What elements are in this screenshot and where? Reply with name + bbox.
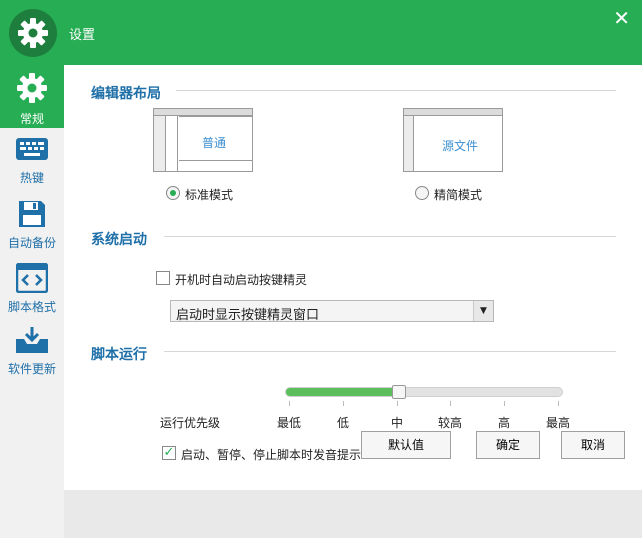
window-title: 设置 [69,28,96,43]
priority-tick-label: 中 [390,416,404,430]
sidebar-item-general[interactable]: 常规 [0,65,72,128]
startup-window-select[interactable]: 启动时显示按键精灵窗口 ▼ [170,300,494,323]
title-bar: 设置 ✕ [0,0,642,65]
settings-panel: 编辑器布局 普通 源文件 标准模式 精简模式 系统启动 开机时自动启动按键精灵 … [64,65,642,490]
floppy-disk-icon [17,201,47,232]
autostart-checkbox[interactable] [156,271,170,285]
radio-standard-mode[interactable] [166,186,180,200]
sidebar-item-script-format[interactable]: 脚本格式 [0,262,64,319]
keyboard-icon [15,138,49,167]
sound-prompt-label: 启动、暂停、停止脚本时发音提示 [181,448,362,462]
layout-preview-label: 源文件 [442,139,479,153]
priority-tick-label: 最低 [276,416,302,430]
default-values-button[interactable]: 默认值 [361,431,451,459]
priority-tick [289,401,290,406]
priority-tick [450,401,451,406]
startup-window-select-value: 启动时显示按键精灵窗口 [176,308,320,323]
priority-slider-handle[interactable] [392,385,406,399]
section-title-script-run: 脚本运行 [91,347,147,363]
sidebar-item-label: 自动备份 [7,236,56,250]
sidebar-item-label: 脚本格式 [7,300,56,314]
sidebar-item-label: 软件更新 [7,362,56,376]
layout-preview-label: 普通 [202,136,227,150]
section-title-system-startup: 系统启动 [91,232,147,248]
priority-tick [397,401,398,406]
priority-tick [504,401,505,406]
layout-preview-standard[interactable]: 普通 [153,108,253,172]
cancel-button[interactable]: 取消 [561,431,625,459]
sound-prompt-checkbox[interactable]: ✓ [162,446,176,460]
sidebar-item-label: 热键 [19,171,44,185]
app-logo-gear-icon [9,9,57,57]
radio-label-compact-mode: 精简模式 [434,188,483,202]
sidebar: 常规 热键 自动备份 脚本格式 软件更新 [0,65,72,538]
priority-tick-label: 最高 [545,416,571,430]
radio-compact-mode[interactable] [415,186,429,200]
priority-tick-label: 高 [497,416,511,430]
priority-label: 运行优先级 [160,416,221,430]
chevron-down-icon: ▼ [473,301,493,321]
gear-icon [15,73,49,108]
divider [164,236,616,237]
priority-tick [558,401,559,406]
autostart-label: 开机时自动启动按键精灵 [175,273,308,287]
sidebar-item-auto-backup[interactable]: 自动备份 [0,199,64,255]
code-icon [15,262,49,296]
priority-slider-track[interactable] [285,385,563,399]
divider [164,351,616,352]
priority-tick-label: 较高 [437,416,463,430]
radio-label-standard-mode: 标准模式 [185,188,234,202]
priority-tick-label: 低 [336,416,350,430]
download-tray-icon [14,327,50,358]
priority-tick [343,401,344,406]
section-title-editor-layout: 编辑器布局 [91,86,161,102]
close-icon[interactable]: ✕ [613,8,630,28]
sidebar-item-label: 常规 [19,112,44,126]
layout-preview-compact[interactable]: 源文件 [403,108,503,172]
ok-button[interactable]: 确定 [476,431,540,459]
priority-slider-fill [286,388,400,396]
divider [176,90,616,91]
sidebar-item-hotkeys[interactable]: 热键 [0,136,64,192]
sidebar-item-software-update[interactable]: 软件更新 [0,325,64,381]
